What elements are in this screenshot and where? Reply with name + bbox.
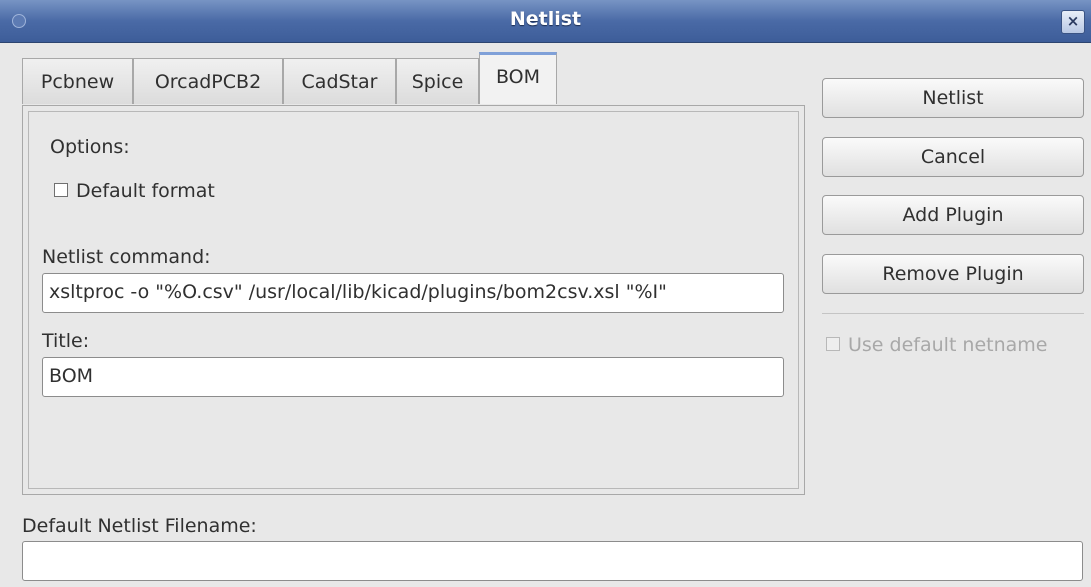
cancel-button[interactable]: Cancel — [822, 137, 1084, 177]
netlist-button[interactable]: Netlist — [822, 78, 1084, 118]
tab-pcbnew[interactable]: Pcbnew — [22, 58, 133, 104]
title-bar[interactable]: Netlist × — [0, 0, 1091, 43]
close-button[interactable]: × — [1061, 10, 1085, 34]
default-netlist-filename-input[interactable] — [22, 541, 1083, 581]
title-input[interactable]: BOM — [42, 357, 784, 397]
default-format-checkbox[interactable]: Default format — [54, 180, 215, 202]
tab-cadstar[interactable]: CadStar — [283, 58, 396, 104]
tab-orcadpcb2[interactable]: OrcadPCB2 — [133, 58, 283, 104]
title-label: Title: — [42, 330, 90, 352]
netlist-command-input[interactable]: xsltproc -o "%O.csv" /usr/local/lib/kica… — [42, 273, 784, 313]
add-plugin-button[interactable]: Add Plugin — [822, 195, 1084, 235]
tab-spice[interactable]: Spice — [396, 58, 479, 104]
separator — [822, 313, 1084, 314]
use-default-netname-label: Use default netname — [848, 334, 1048, 356]
default-netlist-filename-label: Default Netlist Filename: — [22, 515, 257, 537]
use-default-netname-checkbox[interactable]: Use default netname — [826, 334, 1048, 356]
netlist-command-label: Netlist command: — [42, 246, 211, 268]
window-title: Netlist — [509, 8, 582, 30]
checkbox-icon[interactable] — [54, 182, 68, 197]
options-label: Options: — [50, 136, 130, 158]
remove-plugin-button[interactable]: Remove Plugin — [822, 254, 1084, 294]
tab-bom[interactable]: BOM — [479, 52, 557, 104]
checkbox-icon[interactable] — [826, 336, 840, 351]
default-format-label: Default format — [76, 180, 215, 202]
